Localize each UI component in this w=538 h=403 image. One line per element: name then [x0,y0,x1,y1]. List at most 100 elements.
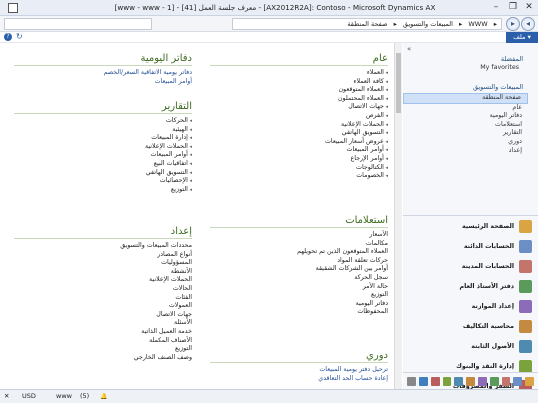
breadcrumb[interactable]: ▸ WWW ▸ المبيعات والتسويق ▸ صفحة المنطقة [232,18,502,30]
my-favorites-item[interactable]: My favorites [413,64,519,73]
status-company[interactable]: www [56,390,72,403]
module-button[interactable]: دفتر الأستاذ العام [403,276,538,296]
journals-link[interactable]: أوامر المبيعات [14,78,192,87]
reports-link[interactable]: الإحصائيات [14,177,192,186]
favorites-title[interactable]: المفضلة [413,55,523,63]
general-link[interactable]: الخصومات [210,172,388,181]
breadcrumb-item-page[interactable]: صفحة المنطقة [347,20,387,28]
refresh-icon[interactable]: ↻ [16,32,23,41]
module-button[interactable]: الحسابات المدينة [403,256,538,276]
module-shortcut-icon[interactable] [489,376,499,386]
reports-link[interactable]: اتفاقيات البيع [14,160,192,169]
minimize-button[interactable]: – [488,1,504,14]
module-button[interactable]: الأصول الثابتة [403,336,538,356]
reports-link[interactable]: التسويق الهاتفي [14,169,192,178]
section-title-inquiries: استعلامات [210,215,388,228]
setup-link[interactable]: الأسئلة [14,319,192,328]
inquiries-link[interactable]: المحفوظات [210,308,388,317]
inquiries-link[interactable]: الأسعار [210,231,388,240]
status-bar: ✕ USD www (5) 🔔 [0,389,538,403]
maximize-button[interactable]: ❐ [505,1,521,14]
module-button[interactable]: إعداد الموازنة [403,296,538,316]
inquiries-link[interactable]: مكالمات [210,240,388,249]
reports-link[interactable]: التوزيع [14,186,192,195]
inquiries-link[interactable]: حالة الأمر [210,283,388,292]
nav-item[interactable]: استعلامات [403,121,528,130]
inquiries-link[interactable]: العملاء المتوقعون الذين تم تحويلهم [210,248,388,257]
close-button[interactable]: ✕ [521,1,537,14]
notification-bell-icon[interactable]: 🔔 [100,390,107,403]
nav-item[interactable]: التقارير [403,129,528,138]
nav-item[interactable]: صفحة المنطقة [403,93,528,104]
scrollbar-thumb[interactable] [396,53,401,113]
module-shortcut-icon[interactable] [454,376,464,386]
nav-item[interactable]: دفاتر اليومية [403,112,528,121]
window-title: [www - www - 1] - [41] معرف جلسة العمل -… [114,3,436,12]
inquiries-link[interactable]: التوزيع [210,291,388,300]
nav-item[interactable]: عام [403,104,528,113]
general-link[interactable]: الكتالوجات [210,164,388,173]
module-shortcut-icon[interactable] [430,376,440,386]
setup-link[interactable]: الحالات [14,285,192,294]
collapse-pane-icon[interactable]: « [407,45,411,53]
module-button[interactable]: الصفحة الرئيسية [403,216,538,236]
general-link[interactable]: كافة العملاء [210,78,388,87]
module-shortcut-icon[interactable] [501,376,511,386]
content-scrollbar[interactable] [394,43,402,389]
module-shortcut-icon[interactable] [477,376,487,386]
status-notification-count[interactable]: (5) [80,390,89,403]
general-link[interactable]: التسويق الهاتفي [210,129,388,138]
status-currency[interactable]: USD [22,390,36,403]
general-link[interactable]: العملاء المتوقعون [210,86,388,95]
setup-link[interactable]: الأنشطة [14,268,192,277]
breadcrumb-item-company[interactable]: WWW [468,20,487,28]
setup-link[interactable]: الأصناف المكملة [14,337,192,346]
general-link[interactable]: أوامر المبيعات [210,146,388,155]
nav-item[interactable]: دوري [403,138,528,147]
nav-item[interactable]: إعداد [403,147,528,156]
general-link[interactable]: أوامر الإرجاع [210,155,388,164]
module-shortcut-icon[interactable] [407,376,416,386]
file-menu-button[interactable]: ملف ▾ [506,32,538,43]
module-shortcut-icon[interactable] [525,376,534,386]
inquiries-link[interactable]: أوامر بين الشركات الشقيقة [210,265,388,274]
status-close-icon[interactable]: ✕ [4,390,9,403]
setup-link[interactable]: أنواع المصادر [14,251,192,260]
inquiries-link[interactable]: دفاتر اليومية [210,300,388,309]
setup-link[interactable]: الحملات الإعلانية [14,276,192,285]
journals-link[interactable]: دفاتر يومية الاتفاقية السعر/الخصم [14,69,192,78]
module-shortcut-icon[interactable] [418,376,428,386]
inquiries-link[interactable]: سجل الحركة [210,274,388,283]
module-title[interactable]: المبيعات والتسويق [413,83,523,91]
periodic-link[interactable]: إعادة حساب الحد التعاقدي [210,375,388,384]
setup-link[interactable]: محددات المبيعات والتسويق [14,242,192,251]
reports-link[interactable]: إدارة المبيعات [14,134,192,143]
module-button[interactable]: محاسبة التكاليف [403,316,538,336]
setup-link[interactable]: التوزيع [14,345,192,354]
general-link[interactable]: جهات الاتصال [210,103,388,112]
setup-link[interactable]: خدمة العميل الذاتية [14,328,192,337]
reports-link[interactable]: الهيئية [14,126,192,135]
module-button[interactable]: الحسابات الدائنة [403,236,538,256]
setup-link[interactable]: وصف الصنف الخارجي [14,354,192,363]
setup-link[interactable]: الفئات [14,294,192,303]
reports-link[interactable]: الحركات [14,117,192,126]
breadcrumb-item-module[interactable]: المبيعات والتسويق [403,20,453,28]
general-link[interactable]: الفرص [210,112,388,121]
back-button[interactable]: ◂ [521,17,535,31]
forward-button[interactable]: ▸ [506,17,520,31]
help-icon[interactable]: ? [4,33,12,41]
setup-link[interactable]: المسؤوليات [14,259,192,268]
periodic-link[interactable]: ترحيل دفتر يومية المبيعات [210,366,388,375]
search-input[interactable] [4,18,152,30]
reports-link[interactable]: أوامر المبيعات [14,151,192,160]
module-shortcut-icon[interactable] [442,376,452,386]
journals-links: دفاتر يومية الاتفاقية السعر/الخصم أوامر ا… [14,69,192,86]
module-shortcut-icon[interactable] [513,376,523,386]
module-shortcut-icon[interactable] [466,376,475,386]
setup-link[interactable]: العمولات [14,302,192,311]
setup-link[interactable]: جهات الاتصال [14,311,192,320]
general-link[interactable]: الحملات الإعلانية [210,121,388,130]
general-link[interactable]: العملاء المحتملون [210,95,388,104]
general-link[interactable]: العملاء [210,69,388,78]
